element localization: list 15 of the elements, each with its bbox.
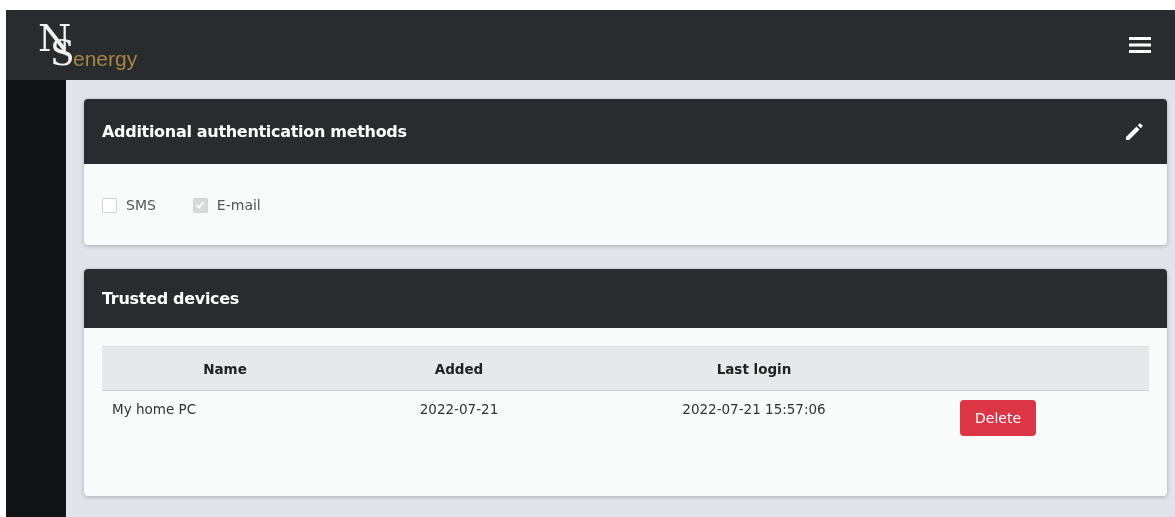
card-title: Additional authentication methods: [102, 122, 407, 141]
edit-icon[interactable]: [1125, 122, 1143, 141]
column-header: Last login: [570, 346, 938, 391]
table-cell: My home PC: [102, 390, 348, 446]
card-title: Trusted devices: [102, 289, 240, 308]
table-cell: 2022-07-21 15:57:06: [570, 390, 938, 446]
column-header: Added: [348, 346, 570, 391]
delete-button[interactable]: Delete: [960, 399, 1036, 436]
logo[interactable]: NSenergy: [36, 19, 146, 71]
checkbox-label: SMS: [126, 197, 156, 213]
menu-icon[interactable]: [1129, 37, 1151, 53]
column-header: Name: [102, 346, 348, 391]
check-icon: [195, 200, 206, 210]
checkbox-label: E-mail: [216, 197, 261, 213]
table-cell: 2022-07-21: [348, 390, 570, 446]
